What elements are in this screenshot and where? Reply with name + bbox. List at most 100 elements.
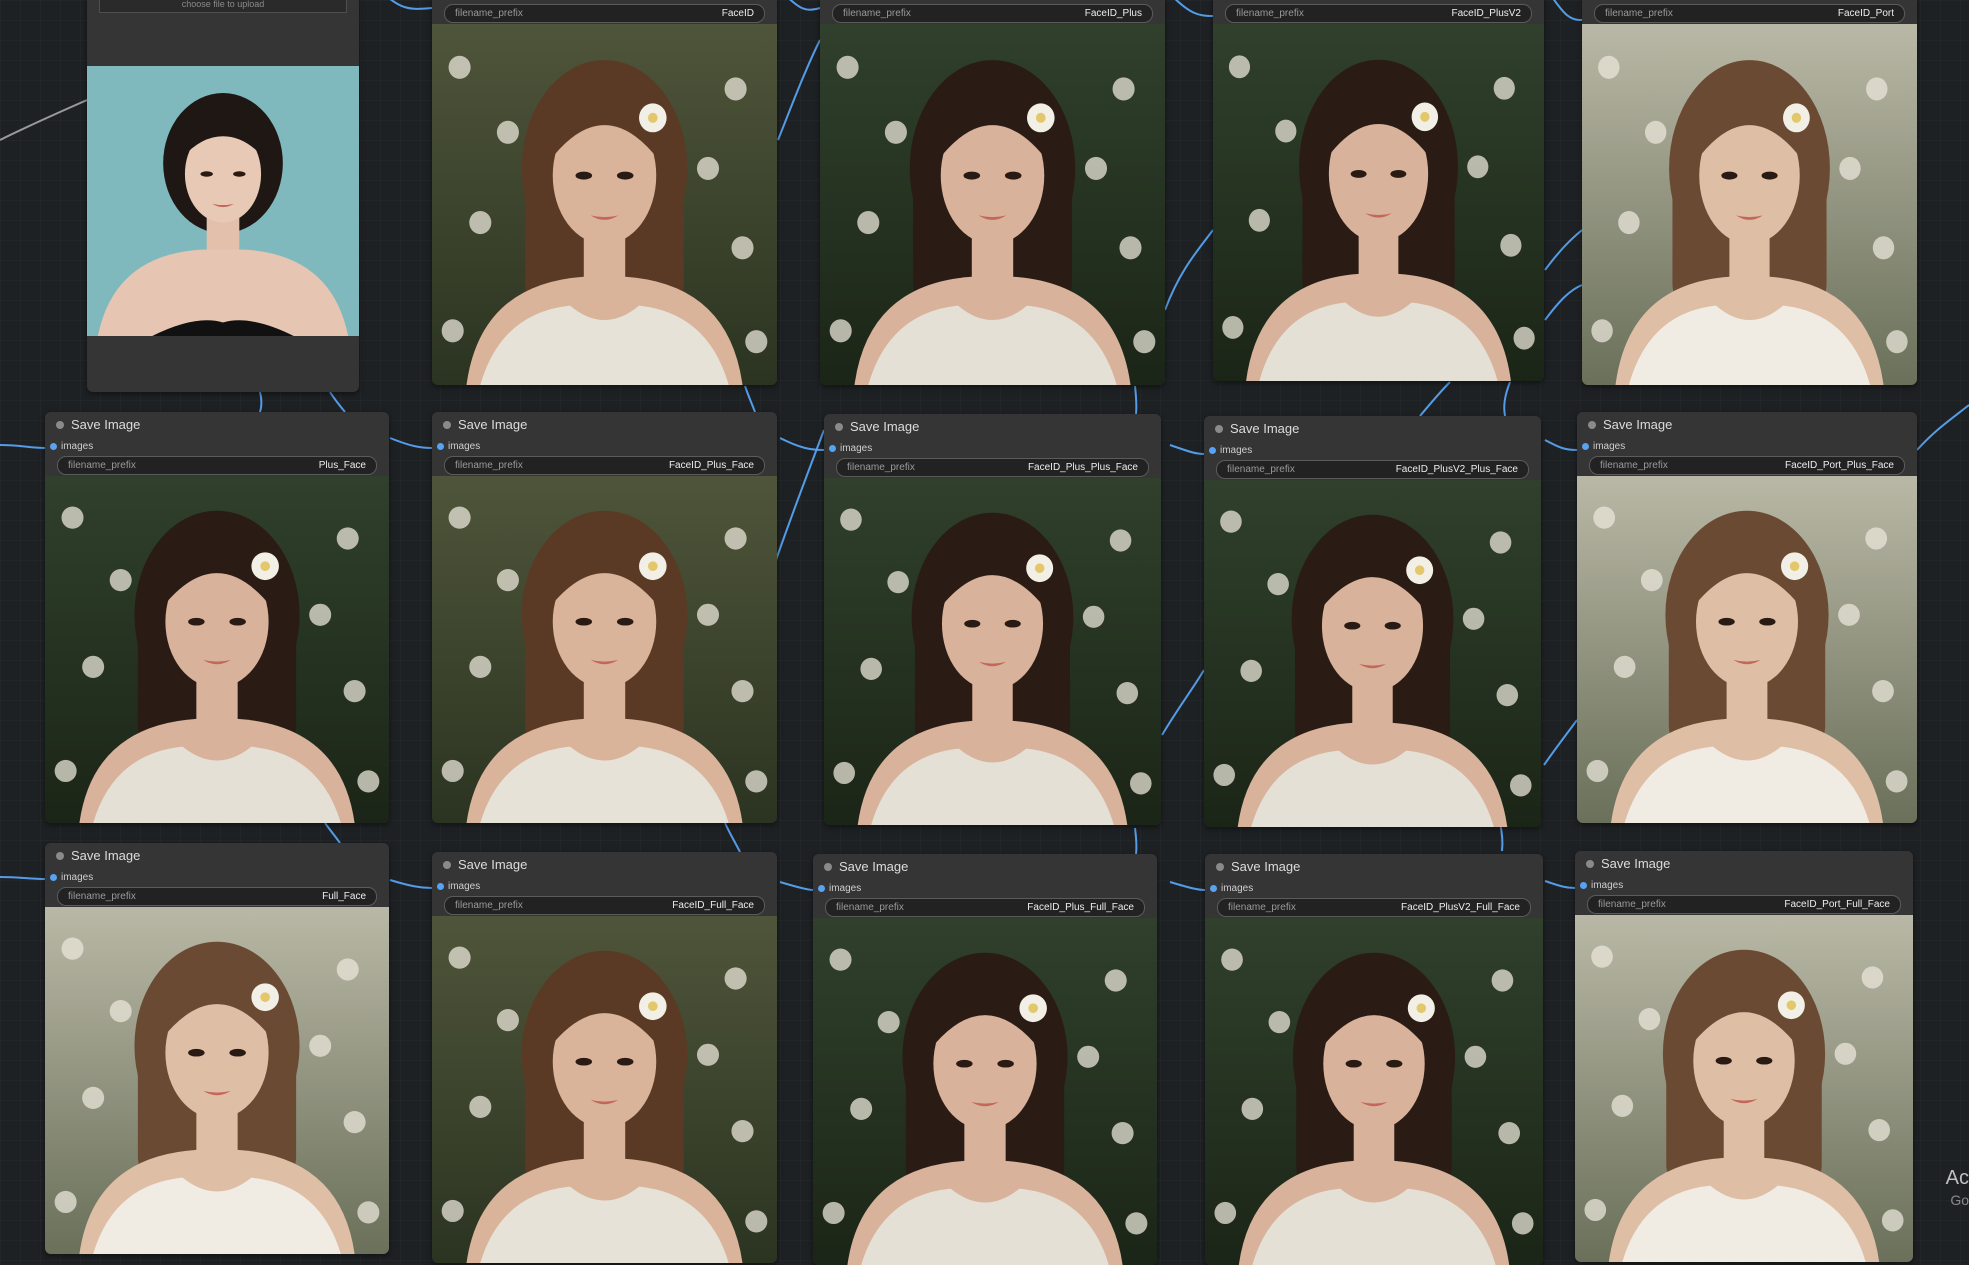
filename-prefix-field[interactable]: filename_prefix FaceID_Port [1594, 4, 1905, 23]
filename-prefix-field[interactable]: filename_prefix FaceID_Port_Plus_Face [1589, 456, 1905, 475]
filename-prefix-value[interactable]: FaceID_PlusV2 [1452, 5, 1521, 22]
node-title[interactable]: Save Image [45, 843, 389, 869]
filename-prefix-value[interactable]: FaceID_PlusV2_Full_Face [1401, 899, 1520, 916]
input-connector-icon[interactable] [1209, 447, 1216, 454]
filename-prefix-field[interactable]: filename_prefix FaceID_Port_Full_Face [1587, 895, 1901, 914]
images-input-slot[interactable]: images [432, 0, 777, 3]
image-preview[interactable] [1582, 24, 1917, 385]
image-preview[interactable] [432, 24, 777, 385]
collapse-dot-icon[interactable] [56, 852, 64, 860]
filename-prefix-value[interactable]: FaceID_PlusV2_Plus_Face [1396, 461, 1518, 478]
filename-prefix-field[interactable]: filename_prefix FaceID_Plus_Face [444, 456, 765, 475]
save-image-node[interactable]: Save Image images filename_prefix FaceID_Pl… [813, 854, 1157, 1265]
save-image-node[interactable]: Save Image images filename_prefix Full_Face [45, 843, 389, 1254]
node-title[interactable]: Save Image [1204, 416, 1541, 442]
image-preview[interactable] [432, 476, 777, 823]
filename-prefix-value[interactable]: FaceID_Port_Full_Face [1784, 896, 1890, 913]
collapse-dot-icon[interactable] [443, 421, 451, 429]
filename-prefix-field[interactable]: filename_prefix FaceID_PlusV2_Plus_Face [1216, 460, 1529, 479]
save-image-node[interactable]: images filename_prefix FaceID [432, 0, 777, 385]
node-title[interactable]: Save Image [432, 852, 777, 878]
save-image-node[interactable]: images filename_prefix FaceID_Plus [820, 0, 1165, 385]
upload-button[interactable]: choose file to upload [99, 0, 347, 13]
image-preview[interactable] [813, 918, 1157, 1265]
input-connector-icon[interactable] [829, 445, 836, 452]
node-title[interactable]: Save Image [1575, 851, 1913, 877]
input-connector-icon[interactable] [818, 885, 825, 892]
save-image-node[interactable]: images filename_prefix FaceID_PlusV2 [1213, 0, 1544, 381]
node-title[interactable]: Save Image [432, 412, 777, 438]
image-preview[interactable] [1577, 476, 1917, 823]
input-connector-icon[interactable] [50, 874, 57, 881]
collapse-dot-icon[interactable] [1588, 421, 1596, 429]
images-input-slot[interactable]: images [1205, 880, 1543, 897]
filename-prefix-value[interactable]: Plus_Face [319, 457, 366, 474]
image-preview[interactable] [45, 476, 389, 823]
save-image-node[interactable]: Save Image images filename_prefix FaceID_Pl… [824, 414, 1161, 825]
filename-prefix-value[interactable]: FaceID [722, 5, 754, 22]
image-preview[interactable] [1213, 24, 1544, 381]
filename-prefix-field[interactable]: filename_prefix FaceID_PlusV2_Full_Face [1217, 898, 1531, 917]
input-connector-icon[interactable] [437, 883, 444, 890]
node-title[interactable]: Save Image [1205, 854, 1543, 880]
images-input-slot[interactable]: images [45, 438, 389, 455]
node-title[interactable]: Save Image [1577, 412, 1917, 438]
input-connector-icon[interactable] [1580, 882, 1587, 889]
collapse-dot-icon[interactable] [824, 863, 832, 871]
filename-prefix-value[interactable]: FaceID_Full_Face [672, 897, 754, 914]
collapse-dot-icon[interactable] [1216, 863, 1224, 871]
images-input-slot[interactable]: images [1204, 442, 1541, 459]
collapse-dot-icon[interactable] [1586, 860, 1594, 868]
images-input-slot[interactable]: images [1213, 0, 1544, 3]
filename-prefix-value[interactable]: FaceID_Plus [1085, 5, 1142, 22]
image-preview[interactable] [432, 916, 777, 1263]
save-image-node[interactable]: images filename_prefix FaceID_Port [1582, 0, 1917, 385]
filename-prefix-value[interactable]: FaceID_Port_Plus_Face [1785, 457, 1894, 474]
collapse-dot-icon[interactable] [1215, 425, 1223, 433]
load-image-node[interactable]: choose file to upload [87, 0, 359, 392]
images-input-slot[interactable]: images [813, 880, 1157, 897]
save-image-node[interactable]: Save Image images filename_prefix FaceID_Pl… [1204, 416, 1541, 827]
input-connector-icon[interactable] [437, 443, 444, 450]
input-connector-icon[interactable] [1210, 885, 1217, 892]
filename-prefix-field[interactable]: filename_prefix FaceID [444, 4, 765, 23]
node-title[interactable]: Save Image [824, 414, 1161, 440]
node-title[interactable]: Save Image [813, 854, 1157, 880]
image-preview[interactable] [1575, 915, 1913, 1262]
collapse-dot-icon[interactable] [443, 861, 451, 869]
filename-prefix-value[interactable]: Full_Face [322, 888, 366, 905]
image-preview[interactable] [824, 478, 1161, 825]
images-input-slot[interactable]: images [820, 0, 1165, 3]
reference-image-preview[interactable] [87, 66, 359, 336]
filename-prefix-field[interactable]: filename_prefix FaceID_Plus_Full_Face [825, 898, 1145, 917]
images-input-slot[interactable]: images [1582, 0, 1917, 3]
input-connector-icon[interactable] [50, 443, 57, 450]
image-preview[interactable] [820, 24, 1165, 385]
filename-prefix-value[interactable]: FaceID_Port [1838, 5, 1894, 22]
filename-prefix-field[interactable]: filename_prefix FaceID_Full_Face [444, 896, 765, 915]
save-image-node[interactable]: Save Image images filename_prefix FaceID_Pl… [1205, 854, 1543, 1265]
filename-prefix-field[interactable]: filename_prefix Full_Face [57, 887, 377, 906]
image-preview[interactable] [1204, 480, 1541, 827]
images-input-slot[interactable]: images [824, 440, 1161, 457]
filename-prefix-value[interactable]: FaceID_Plus_Plus_Face [1028, 459, 1138, 476]
images-input-slot[interactable]: images [1575, 877, 1913, 894]
image-preview[interactable] [1205, 918, 1543, 1265]
filename-prefix-field[interactable]: filename_prefix FaceID_Plus [832, 4, 1153, 23]
filename-prefix-value[interactable]: FaceID_Plus_Full_Face [1027, 899, 1134, 916]
collapse-dot-icon[interactable] [56, 421, 64, 429]
save-image-node[interactable]: Save Image images filename_prefix Plus_Face [45, 412, 389, 823]
filename-prefix-field[interactable]: filename_prefix FaceID_Plus_Plus_Face [836, 458, 1149, 477]
save-image-node[interactable]: Save Image images filename_prefix FaceID_Po… [1577, 412, 1917, 823]
input-connector-icon[interactable] [1582, 443, 1589, 450]
save-image-node[interactable]: Save Image images filename_prefix FaceID_Po… [1575, 851, 1913, 1262]
images-input-slot[interactable]: images [1577, 438, 1917, 455]
image-preview[interactable] [45, 907, 389, 1254]
images-input-slot[interactable]: images [432, 438, 777, 455]
filename-prefix-field[interactable]: filename_prefix Plus_Face [57, 456, 377, 475]
collapse-dot-icon[interactable] [835, 423, 843, 431]
images-input-slot[interactable]: images [432, 878, 777, 895]
filename-prefix-value[interactable]: FaceID_Plus_Face [669, 457, 754, 474]
save-image-node[interactable]: Save Image images filename_prefix FaceID_Pl… [432, 412, 777, 823]
filename-prefix-field[interactable]: filename_prefix FaceID_PlusV2 [1225, 4, 1532, 23]
